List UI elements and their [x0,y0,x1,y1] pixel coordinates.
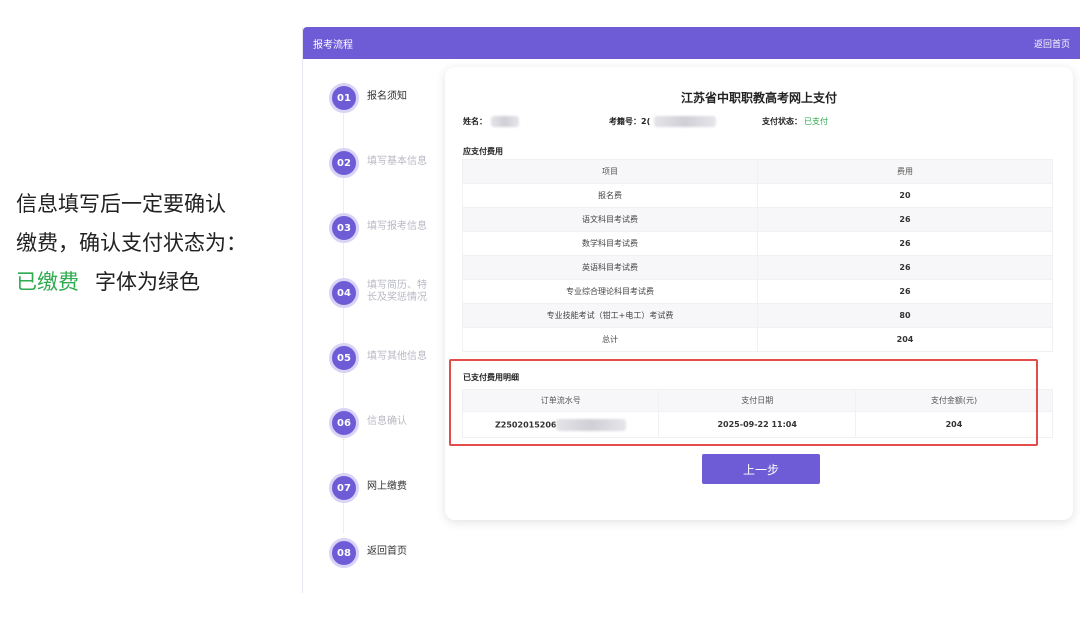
step-number: 07 [329,473,359,503]
note-line-3: 已缴费 字体为绿色 [16,263,276,302]
step-08[interactable]: 08 返回首页 [329,538,449,572]
name-redacted [491,116,519,127]
table-row: 报名费 20 [462,183,1053,208]
step-number: 04 [329,278,359,308]
step-number: 02 [329,148,359,178]
note-line-2: 缴费，确认支付状态为： [16,231,247,255]
table-header: 费用 [757,159,1053,184]
card-title: 江苏省中职职教高考网上支付 [680,91,837,105]
fee-table: 项目 费用 报名费 20 语文科目考试费 26 数学科目考试费 26 英语科目考… [462,159,1053,352]
table-header: 项目 [462,159,758,184]
step-01[interactable]: 01 报名须知 [329,83,449,117]
step-02[interactable]: 02 填写基本信息 [329,148,449,182]
fee-item: 专业综合理论科目考试费 [462,279,758,304]
note-line-1: 信息填写后一定要确认 [16,192,226,216]
prev-step-button[interactable]: 上一步 [702,454,820,484]
name-field: 姓名： [463,116,519,127]
top-bar: 报考流程 返回首页 [303,27,1080,59]
fee-section-title: 应支付费用 [463,147,503,156]
note-green-text: 已缴费 [16,270,79,294]
step-06[interactable]: 06 信息确认 [329,408,449,442]
step-number: 05 [329,343,359,373]
step-number: 06 [329,408,359,438]
status-field: 支付状态： 已支付 [762,116,828,127]
exam-window: 报考流程 返回首页 01 报名须知 02 填写基本信息 03 填写报考信息 04… [302,27,1080,593]
highlight-box [449,359,1038,446]
table-row: 英语科目考试费 26 [462,255,1053,280]
step-07[interactable]: 07 网上缴费 [329,473,449,507]
fee-item: 报名费 [462,183,758,208]
step-label: 填写其他信息 [367,351,427,362]
fee-item: 总计 [462,327,758,352]
fee-value: 26 [757,231,1053,256]
fee-item: 语文科目考试费 [462,207,758,232]
page-title: 报考流程 [313,39,353,51]
fee-value: 26 [757,279,1053,304]
status-label: 支付状态： [762,117,802,126]
fee-value: 204 [757,327,1053,352]
name-label: 姓名： [463,117,487,126]
status-value: 已支付 [804,117,828,126]
step-label: 填写简历、特长及奖惩情况 [367,280,427,303]
fee-value: 26 [757,207,1053,232]
step-number: 03 [329,213,359,243]
step-label: 返回首页 [367,546,407,557]
fee-value: 80 [757,303,1053,328]
exam-no-redacted [654,116,717,127]
table-row: 专业技能考试（钳工+电工）考试费 80 [462,303,1053,328]
exam-no-field: 考籍号： 2( [609,116,717,127]
table-row: 专业综合理论科目考试费 26 [462,279,1053,304]
fee-item: 专业技能考试（钳工+电工）考试费 [462,303,758,328]
step-label: 报名须知 [367,91,407,102]
step-03[interactable]: 03 填写报考信息 [329,213,449,247]
step-number: 01 [329,83,359,113]
table-header-row: 项目 费用 [462,159,1053,184]
fee-value: 20 [757,183,1053,208]
exam-no-label: 考籍号： [609,117,641,126]
step-label: 填写基本信息 [367,156,427,167]
step-05[interactable]: 05 填写其他信息 [329,343,449,377]
step-label: 网上缴费 [367,481,407,492]
note-suffix: 字体为绿色 [95,270,200,294]
table-row: 数学科目考试费 26 [462,231,1053,256]
step-label: 信息确认 [367,416,407,427]
table-row-total: 总计 204 [462,327,1053,352]
fee-item: 英语科目考试费 [462,255,758,280]
back-home-link[interactable]: 返回首页 [1034,37,1070,50]
step-04[interactable]: 04 填写简历、特长及奖惩情况 [329,278,449,312]
table-row: 语文科目考试费 26 [462,207,1053,232]
fee-value: 26 [757,255,1053,280]
step-label: 填写报考信息 [367,221,427,232]
payment-card: 江苏省中职职教高考网上支付 姓名： 考籍号： 2( 支付状态： 已支付 应支付费… [445,67,1073,520]
step-number: 08 [329,538,359,568]
fee-item: 数学科目考试费 [462,231,758,256]
annotation-note: 信息填写后一定要确认 缴费，确认支付状态为： 已缴费 字体为绿色 [16,185,276,302]
exam-no-prefix: 2( [641,117,651,126]
